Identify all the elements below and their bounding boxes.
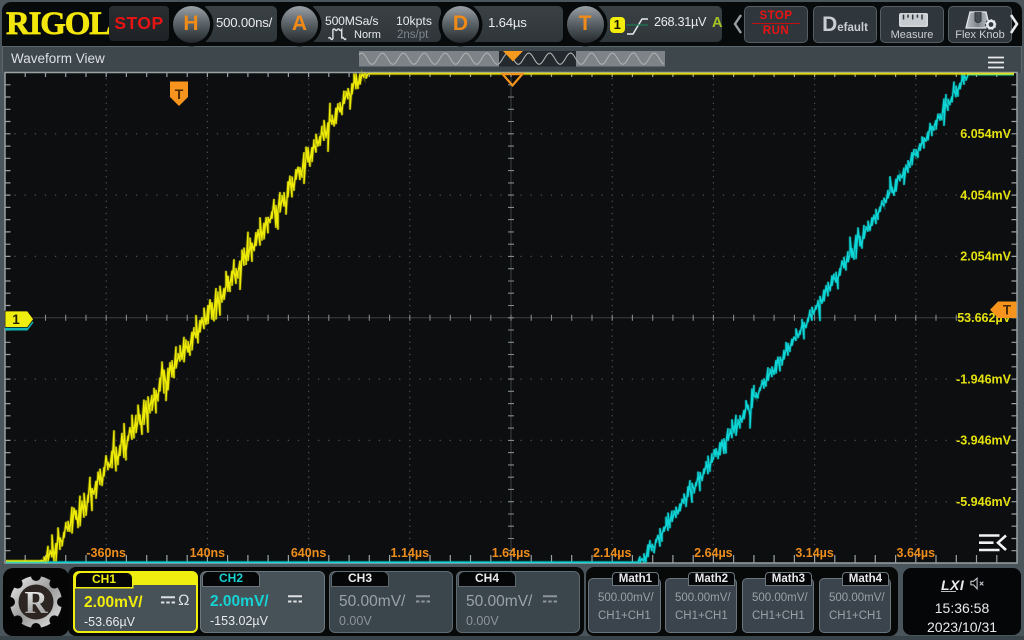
svg-text:2.054mV: 2.054mV <box>960 250 1011 264</box>
svg-text:4.054mV: 4.054mV <box>960 188 1011 202</box>
svg-text:-1.946mV: -1.946mV <box>956 372 1012 386</box>
svg-text:140ns: 140ns <box>190 546 225 560</box>
svg-text:T: T <box>1003 303 1012 318</box>
svg-text:R: R <box>24 584 48 620</box>
svg-text:T: T <box>175 86 184 102</box>
svg-text:3.64µs: 3.64µs <box>897 546 936 560</box>
svg-text:640ns: 640ns <box>291 546 326 560</box>
svg-text:2.64µs: 2.64µs <box>694 546 733 560</box>
svg-text:-5.946mV: -5.946mV <box>956 495 1012 509</box>
svg-text:1: 1 <box>12 312 20 327</box>
svg-text:6.054mV: 6.054mV <box>960 127 1011 141</box>
svg-text:2.14µs: 2.14µs <box>593 546 632 560</box>
svg-text:-360ns: -360ns <box>86 546 126 560</box>
svg-text:-3.946mV: -3.946mV <box>956 434 1012 448</box>
svg-text:1.14µs: 1.14µs <box>391 546 430 560</box>
svg-text:1.64µs: 1.64µs <box>492 546 531 560</box>
svg-text:3.14µs: 3.14µs <box>795 546 834 560</box>
